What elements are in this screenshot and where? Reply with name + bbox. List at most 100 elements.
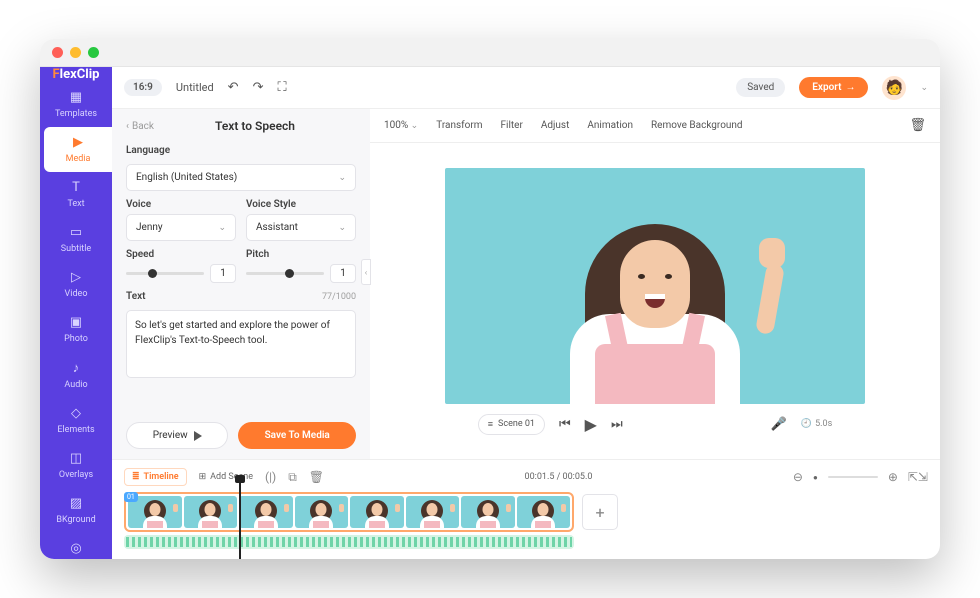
zoom-out-icon[interactable]: ⊖ — [793, 470, 803, 484]
text-label: Text — [126, 291, 146, 302]
remove-bg-button[interactable]: Remove Background — [651, 120, 743, 131]
clock-icon: 🕘 — [801, 419, 812, 429]
video-content-person — [525, 204, 785, 404]
adjust-button[interactable]: Adjust — [541, 120, 570, 131]
speed-label: Speed — [126, 249, 236, 260]
stage: ≡Scene 01 ⏮ ▶ ⏭ 🎤 🕘5.0s — [370, 143, 940, 459]
split-icon[interactable]: (|) — [265, 470, 276, 484]
prev-icon[interactable]: ⏮ — [559, 417, 571, 432]
sidebar-item-templates[interactable]: ▦Templates — [40, 82, 112, 127]
avatar-chevron-icon[interactable]: ⌄ — [920, 83, 928, 93]
zoom-select[interactable]: 100% ⌄ — [384, 120, 418, 131]
brand-logo: FlexClip — [40, 67, 112, 82]
fullscreen-icon[interactable]: ⛶ — [277, 80, 286, 95]
speed-value[interactable]: 1 — [210, 264, 236, 283]
sidebar-item-overlays[interactable]: ◫Overlays — [40, 443, 112, 488]
undo-icon[interactable]: ↶ — [228, 80, 239, 95]
next-icon[interactable]: ⏭ — [611, 417, 623, 432]
tts-textarea[interactable]: So let's get started and explore the pow… — [126, 310, 356, 378]
player-controls: ≡Scene 01 ⏮ ▶ ⏭ 🎤 🕘5.0s — [478, 414, 832, 435]
speed-slider[interactable] — [126, 272, 204, 275]
timeline-time: 00:01.5 / 00:05.0 — [525, 472, 593, 482]
fit-icon[interactable]: ⇱⇲ — [908, 470, 928, 484]
chevron-down-icon: ⌄ — [338, 223, 346, 233]
voice-label: Voice — [126, 199, 236, 210]
video-icon: ▷ — [71, 270, 81, 285]
add-clip-button[interactable]: + — [582, 494, 618, 530]
play-icon — [194, 431, 202, 441]
chevron-down-icon: ⌄ — [338, 173, 346, 183]
pitch-value[interactable]: 1 — [330, 264, 356, 283]
sidebar-item-video[interactable]: ▷Video — [40, 262, 112, 307]
mac-titlebar — [40, 39, 940, 67]
main-area: 16:9 Untitled ↶ ↷ ⛶ Saved Export→ 🧑 ⌄ ‹B… — [112, 67, 940, 559]
timeline-icon: ≣ — [132, 472, 140, 482]
aspect-ratio[interactable]: 16:9 — [124, 79, 162, 96]
clip-thumb — [461, 496, 515, 528]
chevron-down-icon: ⌄ — [218, 223, 226, 233]
subtitle-icon: ▭ — [70, 225, 82, 240]
sidebar-item-elements[interactable]: ◇Elements — [40, 398, 112, 443]
sidebar-item-subtitle[interactable]: ▭Subtitle — [40, 217, 112, 262]
language-select[interactable]: English (United States)⌄ — [126, 164, 356, 191]
transform-button[interactable]: Transform — [436, 120, 482, 131]
panel-title: Text to Speech — [154, 119, 356, 133]
app-body: FlexClip ▦Templates ▶Media TText ▭Subtit… — [40, 67, 940, 559]
export-button[interactable]: Export→ — [799, 77, 868, 98]
trash-icon[interactable]: 🗑 — [309, 470, 324, 484]
play-icon[interactable]: ▶ — [585, 415, 597, 434]
collapse-panel-button[interactable]: ‹ — [361, 259, 371, 285]
timeline-tab[interactable]: ≣Timeline — [124, 468, 187, 486]
zoom-slider[interactable] — [828, 476, 878, 478]
plus-box-icon: ⊞ — [199, 472, 207, 482]
tts-panel: ‹Back Text to Speech Language English (U… — [112, 109, 370, 459]
sidebar-item-audio[interactable]: ♪Audio — [40, 352, 112, 398]
saved-status: Saved — [736, 78, 785, 97]
mic-icon[interactable]: 🎤 — [771, 417, 787, 432]
photo-icon: ▣ — [70, 315, 82, 330]
playhead[interactable] — [239, 480, 241, 559]
filter-button[interactable]: Filter — [500, 120, 522, 131]
language-label: Language — [126, 145, 356, 156]
maximize-dot[interactable] — [88, 47, 99, 58]
sidebar-item-bkground[interactable]: ▨BKground — [40, 488, 112, 533]
char-counter: 77/1000 — [322, 292, 356, 302]
back-button[interactable]: ‹Back — [126, 121, 154, 132]
user-avatar[interactable]: 🧑 — [882, 76, 906, 100]
project-name[interactable]: Untitled — [176, 81, 214, 94]
animation-button[interactable]: Animation — [587, 120, 633, 131]
audio-track[interactable] — [124, 535, 574, 549]
close-dot[interactable] — [52, 47, 63, 58]
elements-icon: ◇ — [71, 406, 81, 421]
clip-thumb — [239, 496, 293, 528]
clip-thumb — [295, 496, 349, 528]
video-clip[interactable]: 01 — [124, 492, 574, 532]
style-label: Voice Style — [246, 199, 356, 210]
sidebar-item-media[interactable]: ▶Media — [44, 127, 112, 172]
audio-icon: ♪ — [73, 360, 80, 376]
save-to-media-button[interactable]: Save To Media — [238, 422, 356, 449]
scene-chip[interactable]: ≡Scene 01 — [478, 414, 545, 435]
duration-chip[interactable]: 🕘5.0s — [801, 419, 832, 429]
copy-icon[interactable]: ⧉ — [288, 470, 297, 485]
video-preview[interactable] — [445, 168, 865, 404]
topbar: 16:9 Untitled ↶ ↷ ⛶ Saved Export→ 🧑 ⌄ — [112, 67, 940, 109]
redo-icon[interactable]: ↷ — [253, 80, 264, 95]
branding-icon: ◎ — [70, 541, 81, 556]
chevron-left-icon: ‹ — [126, 121, 129, 132]
style-select[interactable]: Assistant⌄ — [246, 214, 356, 241]
overlays-icon: ◫ — [70, 451, 82, 466]
preview-button[interactable]: Preview — [126, 422, 228, 449]
zoom-in-icon[interactable]: ⊕ — [888, 470, 898, 484]
minimize-dot[interactable] — [70, 47, 81, 58]
sidebar-item-branding[interactable]: ◎Branding — [40, 533, 112, 559]
sidebar-item-photo[interactable]: ▣Photo — [40, 307, 112, 352]
delete-icon[interactable]: 🗑 — [909, 118, 926, 133]
media-icon: ▶ — [73, 135, 83, 150]
pitch-slider[interactable] — [246, 272, 324, 275]
voice-select[interactable]: Jenny⌄ — [126, 214, 236, 241]
bkground-icon: ▨ — [70, 496, 82, 511]
sidebar-item-text[interactable]: TText — [40, 172, 112, 217]
clip-number-badge: 01 — [124, 492, 138, 502]
clip-thumb — [406, 496, 460, 528]
